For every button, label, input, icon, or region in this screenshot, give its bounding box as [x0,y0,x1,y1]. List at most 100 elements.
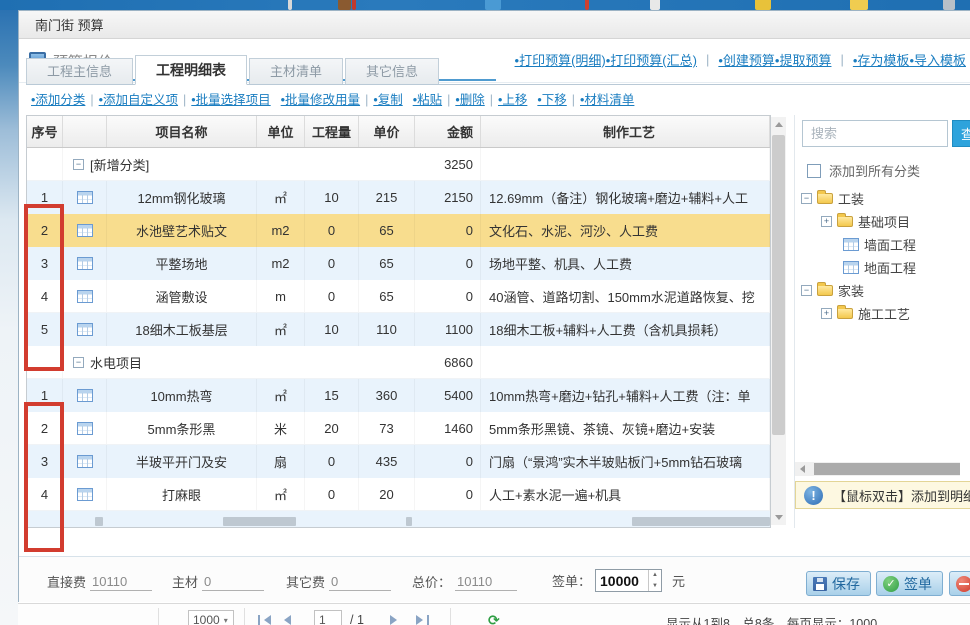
unit-price-cell[interactable]: 65 [359,214,415,247]
unit-cell[interactable]: 扇 [257,445,305,478]
unit-price-cell[interactable]: 360 [359,379,415,412]
quantity-cell[interactable]: 0 [305,247,359,280]
column-header-amount[interactable]: 金额 [415,116,481,147]
quantity-cell[interactable]: 10 [305,181,359,214]
toolbar-link[interactable]: •下移 [537,87,566,113]
toolbar-link[interactable]: •删除 [455,87,484,113]
pager-last-button[interactable] [412,610,433,625]
save-button[interactable]: 保存 [806,571,871,596]
expand-icon[interactable]: + [821,216,832,227]
clipped-button[interactable] [949,571,970,596]
sign-button[interactable]: ✓ 签单 [876,571,943,596]
add-to-all-checkbox[interactable] [807,164,821,178]
scroll-up-arrow[interactable] [771,117,786,132]
detail-grid-icon[interactable] [77,290,93,303]
unit-cell[interactable]: m2 [257,214,305,247]
tab-主材清单[interactable]: 主材清单 [249,58,343,84]
process-cell[interactable]: 场地平整、机具、人工费 [481,247,770,280]
column-header-num[interactable]: 序号 [27,116,63,147]
quantity-cell[interactable]: 15 [305,379,359,412]
column-header-qty[interactable]: 工程量 [305,116,359,147]
sign-amount-input[interactable] [596,570,648,591]
search-input[interactable] [802,120,948,147]
tree-item-基础项目[interactable]: +基础项目 [799,210,970,233]
unit-price-cell[interactable]: 65 [359,280,415,312]
unit-cell[interactable]: ㎡ [257,313,305,346]
hscrollbar-thumb[interactable] [814,463,960,475]
process-cell[interactable]: 40涵管、道路切割、150mm水泥道路恢复、挖 [481,280,770,312]
stepper-up-arrow[interactable]: ▲ [649,570,661,581]
stepper-down-arrow[interactable]: ▼ [649,581,661,592]
scrollbar-thumb[interactable] [772,135,785,435]
partial-clipped-row[interactable] [27,511,770,528]
table-row[interactable]: 112mm钢化玻璃㎡10215215012.69mm（备注）钢化玻璃+磨边+辅料… [27,181,770,214]
unit-cell[interactable]: 米 [257,412,305,444]
item-name-cell[interactable]: 10mm热弯 [107,379,257,412]
unit-price-cell[interactable]: 215 [359,181,415,214]
table-row[interactable]: 2水池壁艺术贴文m20650文化石、水泥、河沙、人工费 [27,214,770,247]
detail-grid-icon[interactable] [77,191,93,204]
tree-item-地面工程[interactable]: 地面工程 [799,256,970,279]
item-name-cell[interactable]: 5mm条形黑 [107,412,257,444]
quantity-cell[interactable]: 0 [305,478,359,510]
main-material-value[interactable]: 0 [202,574,264,591]
detail-grid-icon[interactable] [77,455,93,468]
refresh-icon[interactable]: ⟳ [484,610,504,625]
table-row[interactable]: 25mm条形黑米207314605mm条形黑镜、茶镜、灰镜+磨边+安装 [27,412,770,445]
other-fee-value[interactable]: 0 [329,574,391,591]
unit-cell[interactable]: ㎡ [257,478,305,510]
quantity-cell[interactable]: 0 [305,445,359,478]
search-button[interactable]: 查询 [952,120,970,147]
column-header-icon[interactable] [63,116,107,147]
detail-grid-icon[interactable] [77,488,93,501]
unit-price-cell[interactable]: 20 [359,478,415,510]
tab-工程主信息[interactable]: 工程主信息 [26,58,133,84]
item-name-cell[interactable]: 打麻眼 [107,478,257,510]
detail-grid-icon[interactable] [77,224,93,237]
item-name-cell[interactable]: 涵管敷设 [107,280,257,312]
quantity-cell[interactable]: 20 [305,412,359,444]
toolbar-link[interactable]: •批量修改用量 [281,87,360,113]
process-cell[interactable]: 12.69mm（备注）钢化玻璃+磨边+辅料+人工 [481,181,770,214]
table-row[interactable]: 3半玻平开门及安扇04350门扇（“景鸿”实木半玻贴板门+5mm钻石玻璃 [27,445,770,478]
tab-其它信息[interactable]: 其它信息 [345,58,439,84]
page-size-select[interactable]: 1000▾ [188,610,234,625]
quantity-cell[interactable]: 10 [305,313,359,346]
table-vertical-scrollbar[interactable] [771,117,786,525]
quantity-cell[interactable]: 0 [305,214,359,247]
table-row[interactable]: 518细木工板基层㎡10110110018细木工板+辅料+人工费（含机具损耗） [27,313,770,346]
detail-grid-icon[interactable] [77,323,93,336]
expand-icon[interactable]: + [821,308,832,319]
column-header-unit[interactable]: 单位 [257,116,305,147]
pager-first-button[interactable] [254,610,275,625]
unit-price-cell[interactable]: 110 [359,313,415,346]
unit-price-cell[interactable]: 73 [359,412,415,444]
tree-horizontal-scrollbar[interactable] [795,462,960,476]
unit-cell[interactable]: ㎡ [257,181,305,214]
unit-cell[interactable]: m [257,280,305,312]
item-name-cell[interactable]: 18细木工板基层 [107,313,257,346]
tree-item-家装[interactable]: −家装 [799,279,970,302]
pager-next-button[interactable] [386,610,401,625]
tree-item-工装[interactable]: −工装 [799,187,970,210]
page-number-input[interactable]: 1 [314,610,342,625]
table-row[interactable]: 110mm热弯㎡15360540010mm热弯+磨边+钻孔+辅料+人工费（注：单 [27,379,770,412]
process-cell[interactable]: 5mm条形黑镜、茶镜、灰镜+磨边+安装 [481,412,770,444]
collapse-icon[interactable]: − [801,193,812,204]
table-row[interactable]: 4打麻眼㎡0200人工+素水泥一遍+机具 [27,478,770,511]
item-name-cell[interactable]: 半玻平开门及安 [107,445,257,478]
collapse-icon[interactable]: − [73,357,84,368]
direct-fee-value[interactable]: 10110 [90,574,152,591]
column-header-process[interactable]: 制作工艺 [481,116,770,147]
toolbar-link[interactable]: •添加分类 [31,87,85,113]
collapse-icon[interactable]: − [73,159,84,170]
tree-item-施工工艺[interactable]: +施工工艺 [799,302,970,325]
column-header-name[interactable]: 项目名称 [107,116,257,147]
toolbar-link[interactable]: •粘贴 [413,87,442,113]
total-value[interactable]: 10110 [455,574,517,591]
dialog-titlebar[interactable]: 南门街 预算 [19,11,970,39]
process-cell[interactable]: 人工+素水泥一遍+机具 [481,478,770,510]
toolbar-link[interactable]: •材料清单 [580,87,634,113]
quantity-cell[interactable]: 0 [305,280,359,312]
table-row[interactable]: 4涵管敷设m065040涵管、道路切割、150mm水泥道路恢复、挖 [27,280,770,313]
